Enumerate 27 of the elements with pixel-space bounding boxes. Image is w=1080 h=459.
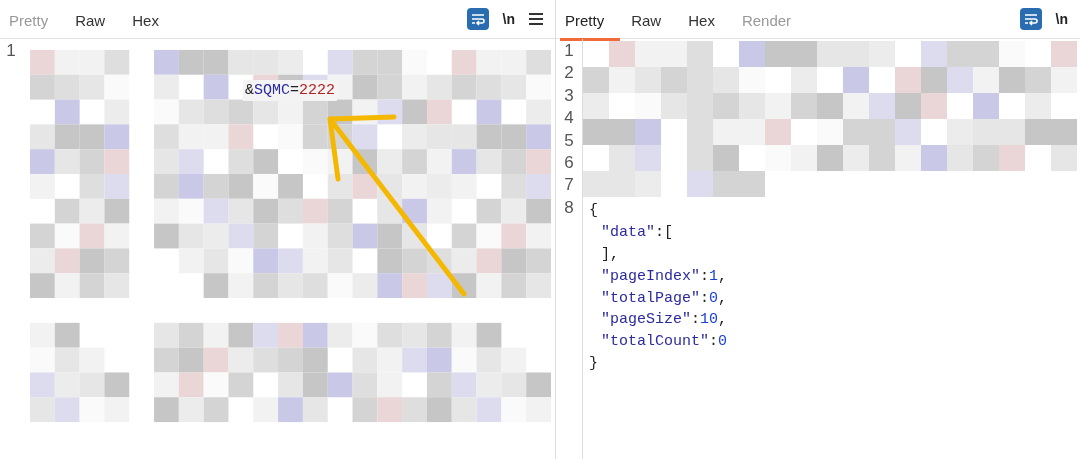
code-line: { (589, 201, 599, 221)
code-line: "totalPage":0, (600, 288, 729, 309)
line-number: 2 (563, 62, 575, 85)
wrap-icon[interactable] (466, 8, 489, 30)
tab[interactable]: Raw (626, 3, 678, 41)
newline-toggle[interactable]: \n (1055, 11, 1068, 27)
menu-icon[interactable] (529, 13, 543, 25)
line-number: 1 (5, 40, 17, 62)
newline-toggle[interactable]: \n (502, 11, 515, 27)
line-number: 1 (563, 40, 575, 62)
code-line: "totalCount":0 (600, 332, 729, 353)
code-line: "pageSize":10, (600, 310, 729, 331)
code-snippet: &SQMC=2222 (243, 80, 338, 101)
tab[interactable]: Raw (70, 3, 122, 41)
line-number: 3 (563, 84, 575, 107)
code-line: "pageIndex":1, (600, 266, 729, 287)
line-number: 8 (563, 196, 575, 219)
tab[interactable]: Hex (127, 3, 175, 41)
line-number: 4 (563, 107, 575, 130)
code-line: "data":[ (600, 222, 675, 243)
line-number: 7 (563, 174, 575, 197)
line-number: 5 (563, 129, 575, 152)
code-line: } (589, 354, 599, 375)
code-line: ], (600, 244, 620, 265)
wrap-icon[interactable] (1019, 8, 1042, 30)
line-number: 6 (563, 151, 575, 174)
tab[interactable]: Hex (683, 3, 731, 41)
